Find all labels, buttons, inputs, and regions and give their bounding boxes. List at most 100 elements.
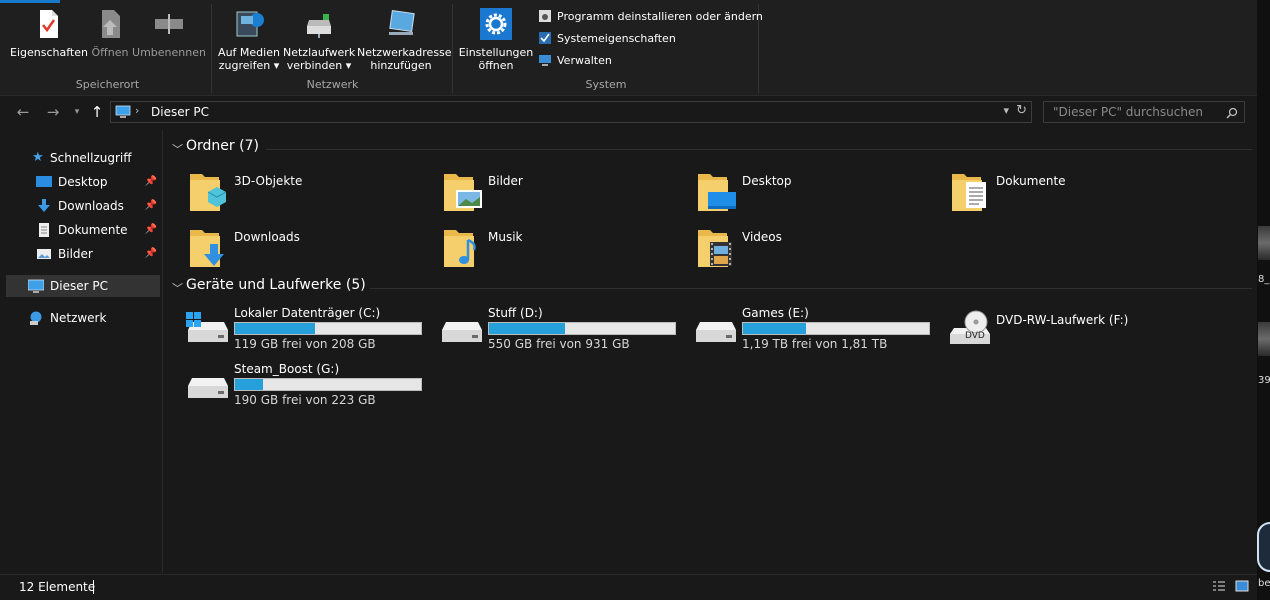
sidebar-item-this-pc[interactable]: Dieser PC [6, 275, 160, 297]
add-network-location-button[interactable]: Netzwerkadresse hinzufügen [357, 8, 452, 72]
sidebar-item-quick-access[interactable]: ★ Schnellzugriff [6, 147, 160, 169]
drive-usage-bar [488, 322, 676, 335]
search-icon[interactable] [1226, 107, 1238, 119]
section-header-folders[interactable]: ﹀ Ordner (7) [170, 138, 1252, 160]
group-label-network: Netzwerk [306, 78, 359, 91]
sidebar-item-documents[interactable]: Dokumente 📌 [6, 219, 160, 241]
drive-item-g[interactable]: Steam_Boost (G:) 190 GB frei von 223 GB [184, 362, 438, 412]
drive-item-e[interactable]: Games (E:) 1,19 TB frei von 1,81 TB [692, 306, 946, 356]
pictures-folder-icon [444, 174, 482, 211]
drive-usage-fill [235, 379, 263, 390]
folder-item[interactable]: 3D-Objekte [188, 170, 438, 220]
sidebar-item-desktop[interactable]: Desktop 📌 [6, 171, 160, 193]
desktop-icon-thumbnail[interactable] [1258, 226, 1270, 260]
dropdown-arrow-icon: ▾ [270, 59, 280, 72]
large-icons-view-icon[interactable] [1235, 580, 1249, 592]
explorer-window: Eigenschaften Öffnen Umbenennen Speicher… [0, 0, 1257, 600]
network-icon [30, 311, 42, 325]
pin-icon[interactable]: 📌 [145, 219, 157, 241]
folder-item[interactable]: Downloads [188, 226, 438, 276]
download-icon [38, 199, 50, 212]
forward-arrow-icon[interactable]: → [44, 103, 62, 121]
network-location-icon [389, 9, 415, 35]
address-bar[interactable]: › Dieser PC ▾ ↻ [110, 101, 1032, 123]
up-arrow-icon[interactable]: ↑ [88, 103, 106, 121]
desktop-icon [36, 176, 52, 187]
drive-usage-fill [743, 323, 807, 334]
rename-button[interactable]: Umbenennen [132, 8, 206, 59]
open-settings-button[interactable]: Einstellungen öffnen [458, 8, 534, 72]
media-icon [236, 11, 264, 37]
drive-usage-bar [234, 378, 422, 391]
open-icon [102, 10, 120, 38]
refresh-icon[interactable]: ↻ [1016, 103, 1027, 118]
uninstall-program-button[interactable]: Programm deinstallieren oder ändern [538, 8, 763, 26]
drive-item-c[interactable]: Lokaler Datenträger (C:) 119 GB frei von… [184, 306, 438, 356]
status-bar: 12 Elemente [0, 574, 1257, 600]
search-box[interactable]: "Dieser PC" durchsuchen [1043, 101, 1245, 123]
content-pane: ﹀ Ordner (7) 3D-Objekte Bilder Desktop D… [164, 130, 1257, 573]
properties-icon [40, 10, 58, 38]
pin-icon[interactable]: 📌 [145, 243, 157, 265]
hard-drive-icon [696, 322, 736, 342]
breadcrumb-separator-icon[interactable]: › [135, 104, 139, 117]
ribbon-group-system: Einstellungen öffnen Programm deinstalli… [454, 4, 763, 94]
group-label-system: System [585, 78, 627, 91]
access-media-button[interactable]: Auf Medien zugreifen ▾ [217, 8, 281, 72]
system-properties-icon [539, 32, 551, 44]
sidebar-item-downloads[interactable]: Downloads 📌 [6, 195, 160, 217]
navigation-pane: ★ Schnellzugriff Desktop 📌 Downloads 📌 D… [0, 130, 163, 573]
pin-icon[interactable]: 📌 [145, 171, 157, 193]
videos-folder-icon [698, 230, 732, 267]
system-drive-icon [186, 312, 228, 342]
section-header-drives[interactable]: ﹀ Geräte und Laufwerke (5) [170, 277, 1252, 299]
sidebar-item-network[interactable]: Netzwerk [6, 307, 160, 329]
properties-button[interactable]: Eigenschaften [10, 8, 88, 59]
file-tab-accent[interactable] [0, 0, 60, 3]
desktop-icon-label: 8_ [1258, 274, 1270, 285]
folder-item[interactable]: Bilder [442, 170, 692, 220]
manage-computer-icon [539, 55, 551, 66]
map-network-drive-button[interactable]: Netzlaufwerk verbinden ▾ [283, 8, 355, 72]
status-divider [93, 580, 94, 594]
system-properties-button[interactable]: Systemeigenschaften [538, 30, 676, 48]
details-view-icon[interactable] [1212, 580, 1226, 592]
collapse-chevron-icon[interactable]: ﹀ [172, 141, 183, 157]
network-drive-icon [307, 14, 331, 38]
3d-objects-folder-icon [190, 174, 227, 211]
desktop-icon-label: bea [1258, 578, 1270, 589]
folder-item[interactable]: Videos [696, 226, 946, 276]
folder-item[interactable]: Desktop [696, 170, 946, 220]
pictures-icon [37, 249, 51, 259]
folder-item[interactable]: Musik [442, 226, 692, 276]
music-folder-icon [444, 230, 476, 267]
uninstall-icon [539, 10, 551, 22]
address-toolbar: ← → ▾ ↑ › Dieser PC ▾ ↻ "Dieser PC" durc… [0, 97, 1257, 128]
desktop-icon-label: 390 [1258, 375, 1270, 386]
drive-item-f[interactable]: DVD DVD-RW-Laufwerk (F:) [946, 306, 1200, 356]
rename-icon [155, 14, 183, 34]
open-button[interactable]: Öffnen [90, 8, 130, 59]
desktop-icon-thumbnail[interactable] [1258, 322, 1270, 356]
folder-item[interactable]: Dokumente [950, 170, 1200, 220]
this-pc-icon [115, 105, 131, 118]
breadcrumb-this-pc[interactable]: Dieser PC [151, 105, 209, 119]
sidebar-item-pictures[interactable]: Bilder 📌 [6, 243, 160, 265]
search-input[interactable]: "Dieser PC" durchsuchen [1053, 105, 1203, 119]
address-dropdown-icon[interactable]: ▾ [1003, 104, 1009, 117]
downloads-folder-icon [190, 230, 224, 267]
recent-locations-chevron-icon[interactable]: ▾ [68, 103, 86, 121]
section-divider [370, 288, 1252, 289]
hard-drive-icon [188, 378, 228, 398]
item-count: 12 Elemente [19, 580, 96, 594]
drive-item-d[interactable]: Stuff (D:) 550 GB frei von 931 GB [438, 306, 692, 356]
ribbon-group-location: Eigenschaften Öffnen Umbenennen Speicher… [4, 4, 212, 94]
desktop-app-icon[interactable] [1257, 522, 1270, 572]
collapse-chevron-icon[interactable]: ﹀ [172, 280, 183, 296]
manage-button[interactable]: Verwalten [538, 52, 612, 70]
drive-usage-fill [235, 323, 315, 334]
ribbon: Eigenschaften Öffnen Umbenennen Speicher… [0, 0, 1257, 96]
back-arrow-icon[interactable]: ← [14, 103, 32, 121]
pin-icon[interactable]: 📌 [145, 195, 157, 217]
dropdown-arrow-icon: ▾ [342, 59, 352, 72]
